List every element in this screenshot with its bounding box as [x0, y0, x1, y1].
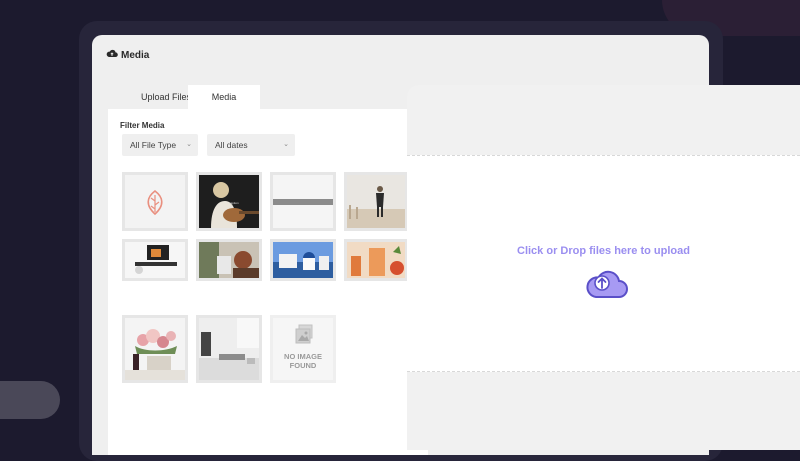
date-select[interactable]: All dates ⌄	[207, 134, 295, 156]
media-thumbnail[interactable]	[270, 239, 336, 281]
flowers-photo	[125, 318, 185, 380]
media-thumbnail[interactable]	[122, 239, 188, 281]
tab-media-library[interactable]: Media Library	[188, 85, 260, 126]
media-thumbnail[interactable]	[196, 315, 262, 383]
media-thumbnail[interactable]	[122, 172, 188, 231]
media-thumbnail[interactable]	[344, 239, 408, 281]
laptop-desk-photo	[199, 318, 259, 380]
file-drop-zone[interactable]: Click or Drop files here to upload	[407, 155, 800, 372]
date-select-value: All dates	[215, 140, 248, 150]
plants-photo	[199, 242, 259, 278]
chevron-down-icon: ⌄	[186, 141, 192, 148]
leaf-logo-icon	[147, 189, 163, 216]
media-thumbnail[interactable]	[344, 172, 408, 231]
no-image-label: NO IMAGE FOUND	[284, 352, 322, 370]
window-title: Media	[121, 49, 150, 61]
chevron-down-icon: ⌄	[283, 141, 289, 148]
filter-media-label: Filter Media	[120, 121, 165, 130]
cloud-icon	[106, 49, 118, 61]
beach-walk-photo	[347, 175, 405, 228]
guitar-photo: caption	[199, 175, 259, 228]
window-header: Media	[106, 49, 149, 61]
upload-panel: Click or Drop files here to upload	[407, 85, 800, 450]
banner-image	[273, 175, 333, 228]
media-thumbnail[interactable]	[122, 315, 188, 383]
media-thumbnail-no-image[interactable]: NO IMAGE FOUND	[270, 315, 336, 383]
svg-text:caption: caption	[229, 201, 239, 205]
file-type-select-value: All File Type	[130, 140, 177, 150]
santorini-photo	[273, 242, 333, 278]
drop-zone-text: Click or Drop files here to upload	[517, 245, 690, 257]
workspace-photo	[125, 242, 185, 278]
cloud-upload-icon	[585, 267, 629, 299]
media-thumbnail[interactable]	[196, 239, 262, 281]
media-library-panel: Filter Media All File Type ⌄ All dates ⌄…	[108, 109, 428, 455]
file-type-select[interactable]: All File Type ⌄	[122, 134, 198, 156]
background-pill	[0, 381, 60, 419]
media-thumbnail[interactable]: caption	[196, 172, 262, 231]
media-thumbnail[interactable]	[270, 172, 336, 231]
image-placeholder-icon	[295, 324, 313, 344]
smoothie-photo	[347, 242, 405, 278]
